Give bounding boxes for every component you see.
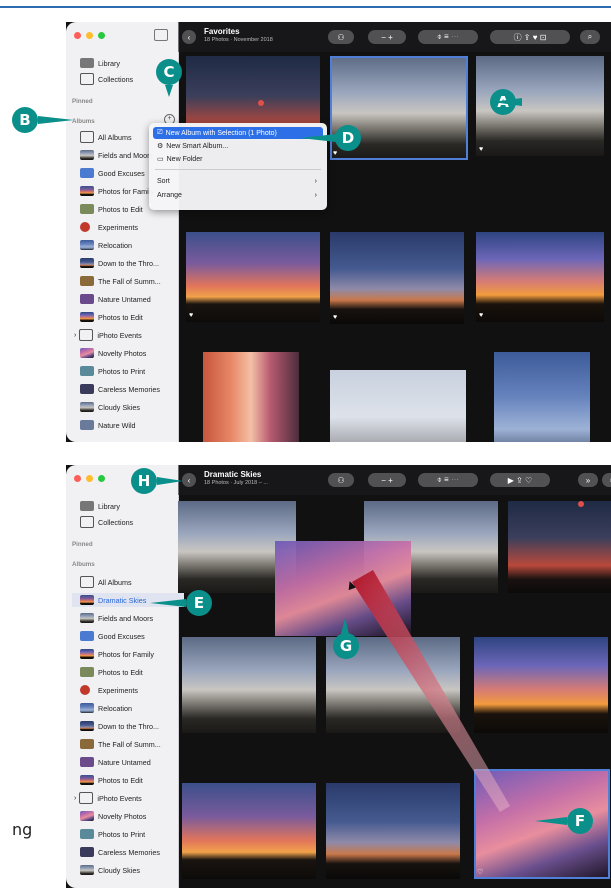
callout-e: E bbox=[186, 590, 212, 616]
callout-f-pointer bbox=[535, 817, 567, 825]
callout-h: H bbox=[131, 468, 157, 494]
callout-g: G bbox=[333, 633, 359, 659]
callout-f: F bbox=[567, 808, 593, 834]
callout-g-pointer bbox=[341, 618, 349, 634]
callout-h-pointer bbox=[157, 477, 183, 485]
callout-b: B bbox=[12, 107, 38, 133]
callout-c: C bbox=[156, 59, 182, 85]
callout-d: D bbox=[335, 125, 361, 151]
callout-d-pointer bbox=[300, 134, 336, 142]
callout-a-pointer bbox=[460, 98, 522, 106]
callout-e-pointer bbox=[150, 599, 186, 607]
drag-arrow-shape bbox=[352, 570, 510, 812]
callout-c-pointer bbox=[165, 85, 173, 97]
callout-b-pointer bbox=[38, 116, 74, 124]
